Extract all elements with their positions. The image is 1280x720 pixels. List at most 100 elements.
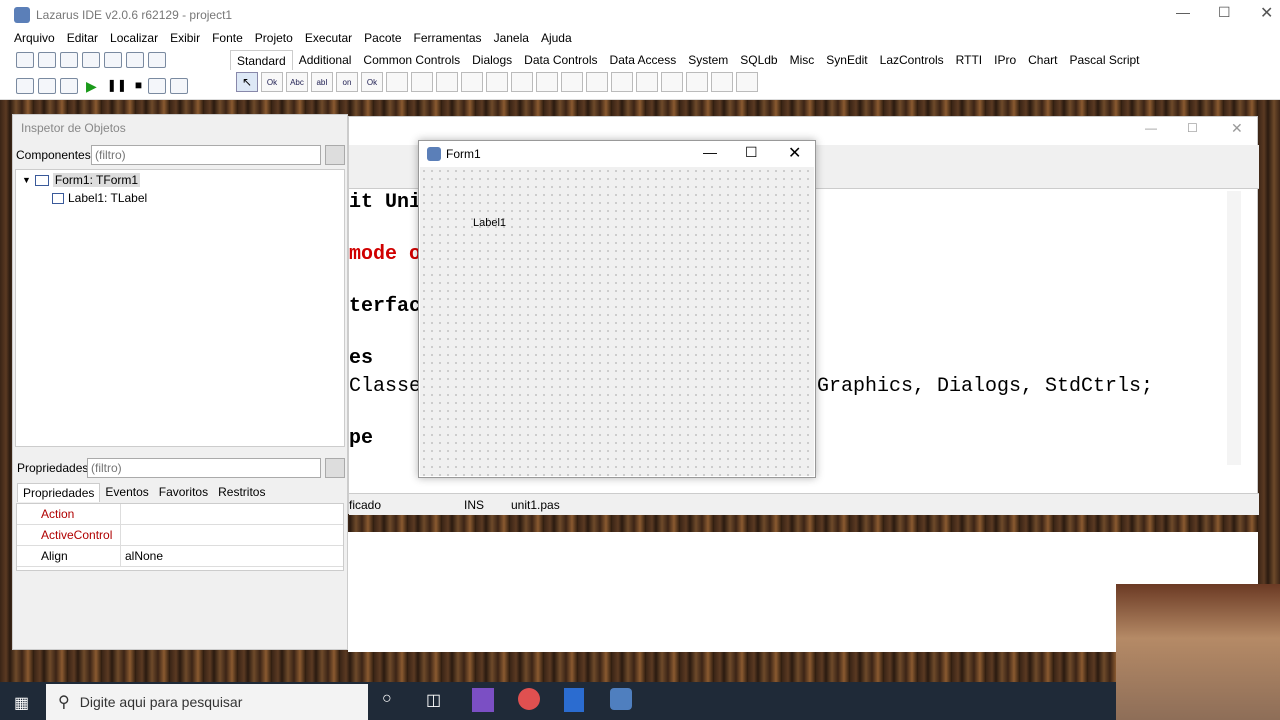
- toggle-form-icon[interactable]: [126, 52, 144, 68]
- palette-component-icon[interactable]: Abc: [286, 72, 308, 92]
- property-row[interactable]: ActiveControl: [17, 525, 343, 546]
- maximize-button[interactable]: ☐: [1218, 4, 1231, 21]
- inspector-tab-favoritos[interactable]: Favoritos: [154, 483, 213, 502]
- minimize-button[interactable]: —: [1176, 4, 1190, 20]
- stop-icon[interactable]: ■: [135, 78, 142, 95]
- view-units-icon[interactable]: [16, 78, 34, 94]
- palette-tab-rtti[interactable]: RTTI: [950, 50, 988, 70]
- palette-component-icon[interactable]: [536, 72, 558, 92]
- save-all-icon[interactable]: [104, 52, 122, 68]
- palette-component-icon[interactable]: [661, 72, 683, 92]
- run-icon[interactable]: ▶: [86, 78, 97, 95]
- editor-close-button[interactable]: ✕: [1231, 120, 1243, 137]
- palette-tab-ipro[interactable]: IPro: [988, 50, 1022, 70]
- visual-studio-icon[interactable]: [472, 688, 494, 712]
- palette-component-icon[interactable]: [436, 72, 458, 92]
- editor-maximize-button[interactable]: ☐: [1187, 121, 1198, 135]
- palette-tab-data-access[interactable]: Data Access: [604, 50, 683, 70]
- palette-component-icon[interactable]: abI: [311, 72, 333, 92]
- tree-node-label1[interactable]: Label1: TLabel: [16, 190, 344, 206]
- palette-component-icon[interactable]: [611, 72, 633, 92]
- menu-item-projeto[interactable]: Projeto: [249, 30, 299, 48]
- inspector-tab-restritos[interactable]: Restritos: [213, 483, 270, 502]
- app-icon[interactable]: [518, 688, 540, 710]
- palette-tab-additional[interactable]: Additional: [293, 50, 358, 70]
- lazarus-taskbar-icon[interactable]: [610, 688, 632, 710]
- menu-item-exibir[interactable]: Exibir: [164, 30, 206, 48]
- inspector-tab-propriedades[interactable]: Propriedades: [17, 483, 101, 502]
- menu-item-localizar[interactable]: Localizar: [104, 30, 164, 48]
- palette-component-icon[interactable]: Ok: [361, 72, 383, 92]
- open-icon[interactable]: [60, 52, 78, 68]
- palette-component-icon[interactable]: [736, 72, 758, 92]
- palette-component-icon[interactable]: [386, 72, 408, 92]
- palette-component-icon[interactable]: [686, 72, 708, 92]
- palette-tab-system[interactable]: System: [682, 50, 734, 70]
- palette-tab-dialogs[interactable]: Dialogs: [466, 50, 518, 70]
- new-file-icon[interactable]: [16, 52, 34, 68]
- menu-item-fonte[interactable]: Fonte: [206, 30, 249, 48]
- palette-tab-misc[interactable]: Misc: [784, 50, 821, 70]
- view-forms-2-icon[interactable]: [38, 78, 56, 94]
- tree-node-form1[interactable]: ▼ Form1: TForm1: [16, 170, 344, 190]
- palette-tab-chart[interactable]: Chart: [1022, 50, 1063, 70]
- windows-start-icon[interactable]: ▦: [14, 693, 29, 713]
- palette-component-icon[interactable]: [561, 72, 583, 92]
- pause-icon[interactable]: ❚❚: [107, 78, 127, 95]
- view-forms-icon[interactable]: [148, 52, 166, 68]
- expand-icon[interactable]: ▼: [22, 175, 31, 185]
- property-row[interactable]: Align alNone: [17, 546, 343, 567]
- clear-filter-icon[interactable]: [325, 145, 345, 165]
- menu-item-arquivo[interactable]: Arquivo: [8, 30, 61, 48]
- palette-tab-data-controls[interactable]: Data Controls: [518, 50, 603, 70]
- palette-tab-sqldb[interactable]: SQLdb: [734, 50, 783, 70]
- palette-component-icon[interactable]: [511, 72, 533, 92]
- cortana-icon[interactable]: ○: [382, 690, 392, 708]
- palette-tab-lazcontrols[interactable]: LazControls: [874, 50, 950, 70]
- form-designer-window[interactable]: Form1 — ☐ ✕ Label1: [418, 140, 816, 478]
- taskbar-search-box[interactable]: ⚲ Digite aqui para pesquisar: [46, 684, 368, 720]
- editor-minimize-button[interactable]: —: [1145, 121, 1157, 135]
- palette-tab-pascal-script[interactable]: Pascal Script: [1063, 50, 1145, 70]
- menu-item-ajuda[interactable]: Ajuda: [535, 30, 578, 48]
- components-filter-input[interactable]: [91, 145, 321, 165]
- palette-tab-synedit[interactable]: SynEdit: [820, 50, 873, 70]
- form-minimize-button[interactable]: —: [703, 144, 717, 160]
- palette-component-icon[interactable]: [711, 72, 733, 92]
- palette-tab-standard[interactable]: Standard: [230, 50, 293, 70]
- vertical-scrollbar[interactable]: [1227, 191, 1241, 465]
- close-button[interactable]: ✕: [1260, 3, 1273, 23]
- menu-item-executar[interactable]: Executar: [299, 30, 358, 48]
- form-close-button[interactable]: ✕: [788, 143, 801, 163]
- step-over-icon[interactable]: [170, 78, 189, 94]
- palette-component-icon[interactable]: Ok: [261, 72, 283, 92]
- build-mode-icon[interactable]: [60, 78, 78, 94]
- palette-tab-common-controls[interactable]: Common Controls: [357, 50, 466, 70]
- palette-component-icon[interactable]: [636, 72, 658, 92]
- menu-item-ferramentas[interactable]: Ferramentas: [408, 30, 488, 48]
- new-form-icon[interactable]: [38, 52, 56, 68]
- save-icon[interactable]: [82, 52, 100, 68]
- task-view-icon[interactable]: ◫: [426, 690, 441, 710]
- form-maximize-button[interactable]: ☐: [745, 144, 758, 161]
- properties-filter-input[interactable]: [87, 458, 321, 478]
- step-into-icon[interactable]: [148, 78, 167, 94]
- form-canvas[interactable]: Label1: [420, 167, 814, 476]
- document-app-icon[interactable]: [564, 688, 584, 712]
- property-row[interactable]: Action: [17, 504, 343, 525]
- title-bar: Lazarus IDE v2.0.6 r62129 - project1 — ☐…: [0, 0, 1280, 30]
- main-menu: Arquivo Editar Localizar Exibir Fonte Projeto…: [0, 30, 1280, 48]
- palette-component-icon[interactable]: [461, 72, 483, 92]
- palette-component-icon[interactable]: on: [336, 72, 358, 92]
- palette-component-icon[interactable]: [486, 72, 508, 92]
- menu-item-pacote[interactable]: Pacote: [358, 30, 407, 48]
- clear-props-filter-icon[interactable]: [325, 458, 345, 478]
- menu-item-janela[interactable]: Janela: [488, 30, 535, 48]
- property-value[interactable]: alNone: [121, 549, 163, 563]
- palette-component-icon[interactable]: [411, 72, 433, 92]
- inspector-tab-eventos[interactable]: Eventos: [100, 483, 153, 502]
- selection-pointer-icon[interactable]: ↖: [236, 72, 258, 92]
- menu-item-editar[interactable]: Editar: [61, 30, 104, 48]
- palette-component-icon[interactable]: [586, 72, 608, 92]
- label1-component[interactable]: Label1: [473, 217, 506, 229]
